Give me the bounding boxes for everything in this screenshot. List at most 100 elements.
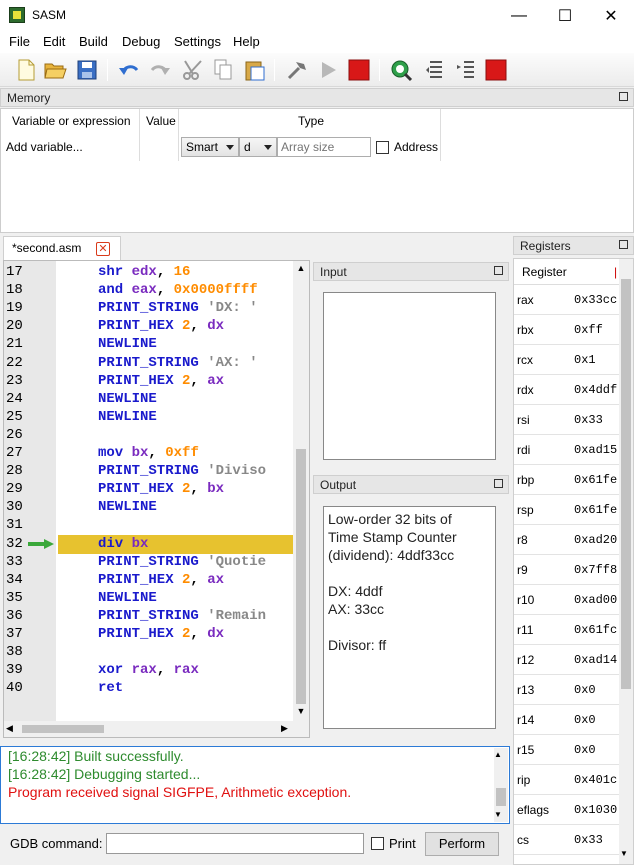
scroll-down-icon[interactable]: ▼ [494, 810, 502, 819]
register-row[interactable]: rip 0x401c [514, 765, 621, 795]
menu-help[interactable]: Help [233, 34, 260, 49]
code-token: 16 [165, 264, 191, 280]
gdb-command-input[interactable] [106, 833, 364, 854]
register-row[interactable]: rbx 0xff [514, 315, 621, 345]
copy-icon[interactable] [211, 58, 235, 82]
scroll-up-icon[interactable]: ▲ [293, 263, 309, 275]
register-name: rsi [517, 413, 530, 427]
register-row[interactable]: r9 0x7ff8 [514, 555, 621, 585]
address-label: Address [394, 140, 439, 154]
cut-icon[interactable] [181, 58, 205, 82]
print-checkbox[interactable] [371, 837, 384, 850]
register-row[interactable]: r8 0xad20 [514, 525, 621, 555]
input-textarea[interactable] [323, 292, 496, 460]
menu-file[interactable]: File [9, 34, 30, 49]
build-log[interactable]: [16:28:42] Built successfully. [16:28:42… [0, 746, 510, 824]
register-value: 0x1030 [574, 803, 618, 817]
float-icon[interactable] [494, 266, 503, 275]
tab-close-icon[interactable]: ✕ [96, 242, 110, 256]
scroll-thumb[interactable] [621, 279, 631, 689]
scroll-up-icon[interactable]: ▲ [494, 750, 502, 759]
code-token: xor [98, 662, 132, 679]
output-box[interactable]: Low-order 32 bits of Time Stamp Counter … [323, 506, 496, 729]
step-over-icon[interactable] [422, 58, 446, 82]
register-row[interactable]: r13 0x0 [514, 675, 621, 705]
code-line: ret [98, 680, 123, 696]
minimize-button[interactable]: — [496, 0, 542, 31]
perform-button[interactable]: Perform [425, 832, 499, 856]
paste-icon[interactable] [243, 58, 267, 82]
add-variable[interactable]: Add variable... [6, 140, 83, 154]
menu-settings[interactable]: Settings [174, 34, 221, 49]
code-token: 'AX: ' [207, 354, 258, 371]
code-line: NEWLINE [98, 590, 157, 606]
code-token: and [98, 282, 132, 299]
scroll-down-icon[interactable]: ▼ [620, 849, 628, 858]
register-row[interactable]: rax 0x33cc [514, 285, 621, 315]
register-row[interactable]: r12 0xad14 [514, 645, 621, 675]
register-name: r13 [517, 683, 535, 697]
menu-edit[interactable]: Edit [43, 34, 65, 49]
register-row[interactable]: cs 0x33 [514, 825, 621, 855]
code-token: , [156, 264, 166, 280]
redo-icon[interactable] [148, 58, 172, 82]
new-file-icon[interactable] [14, 58, 38, 82]
editor-vertical-scrollbar[interactable]: ▲ ▼ [293, 261, 309, 737]
float-icon[interactable] [619, 92, 628, 101]
run-icon[interactable] [316, 58, 340, 82]
open-folder-icon[interactable] [43, 58, 67, 82]
editor-horizontal-scrollbar[interactable]: ◀ ▶ [4, 721, 293, 737]
address-checkbox[interactable] [376, 141, 389, 154]
output-panel: Output Low-order 32 bits of Time Stamp C… [313, 475, 509, 740]
scroll-thumb[interactable] [296, 449, 306, 704]
register-row[interactable]: rsi 0x33 [514, 405, 621, 435]
code-editor[interactable]: shr edx, 16 and eax, 0x0000ffff PRINT_STRI… [3, 260, 310, 738]
close-button[interactable]: ✕ [588, 0, 634, 31]
register-row[interactable]: rdi 0xad15 [514, 435, 621, 465]
format-combo[interactable]: d [239, 137, 277, 157]
code-line: PRINT_STRING 'AX: ' [98, 355, 258, 371]
register-row[interactable]: r14 0x0 [514, 705, 621, 735]
register-row[interactable]: r15 0x0 [514, 735, 621, 765]
registers-table: Register | rax 0x33cc rbx 0xff rcx 0x1 rdx 0x4d… [513, 258, 634, 865]
maximize-button[interactable]: ☐ [542, 0, 588, 31]
step-into-icon[interactable] [454, 58, 478, 82]
code-token: dx [207, 318, 225, 335]
line-number: 27 [6, 445, 23, 461]
stop-debug-icon[interactable] [484, 58, 508, 82]
float-icon[interactable] [494, 479, 503, 488]
register-row[interactable]: rcx 0x1 [514, 345, 621, 375]
scroll-thumb[interactable] [22, 725, 104, 733]
code-token: , [190, 481, 208, 498]
col-variable: Variable or expression [12, 114, 131, 128]
undo-icon[interactable] [117, 58, 141, 82]
scroll-down-icon[interactable]: ▼ [293, 706, 309, 718]
stop-icon[interactable] [347, 58, 371, 82]
register-name: rip [517, 773, 531, 787]
line-number: 38 [6, 644, 23, 661]
scroll-thumb[interactable] [496, 788, 506, 806]
menu-build[interactable]: Build [79, 34, 108, 49]
register-row[interactable]: r11 0x61fc [514, 615, 621, 645]
debug-icon[interactable] [389, 58, 413, 82]
register-row[interactable]: r10 0xad00 [514, 585, 621, 615]
register-row[interactable]: rsp 0x61fe [514, 495, 621, 525]
register-row[interactable]: rdx 0x4ddf [514, 375, 621, 405]
register-row[interactable]: eflags 0x1030 [514, 795, 621, 825]
save-icon[interactable] [75, 58, 99, 82]
scroll-left-icon[interactable]: ◀ [6, 723, 13, 734]
type-combo[interactable]: Smart [181, 137, 239, 157]
array-size-input[interactable] [277, 137, 371, 157]
menu-debug[interactable]: Debug [122, 34, 160, 49]
tab-second-asm[interactable]: *second.asm ✕ [3, 236, 121, 260]
register-row[interactable]: rbp 0x61fe [514, 465, 621, 495]
chevron-down-icon [226, 145, 234, 150]
code-token: rax [131, 662, 157, 679]
code-line: PRINT_STRING 'DX: ' [98, 300, 258, 316]
build-icon[interactable] [285, 58, 309, 82]
scroll-right-icon[interactable]: ▶ [281, 723, 288, 734]
log-scrollbar[interactable]: ▲ ▼ [494, 748, 508, 822]
code-token: div [98, 535, 132, 552]
registers-scrollbar[interactable]: ▼ [619, 259, 633, 864]
float-icon[interactable] [619, 240, 628, 249]
